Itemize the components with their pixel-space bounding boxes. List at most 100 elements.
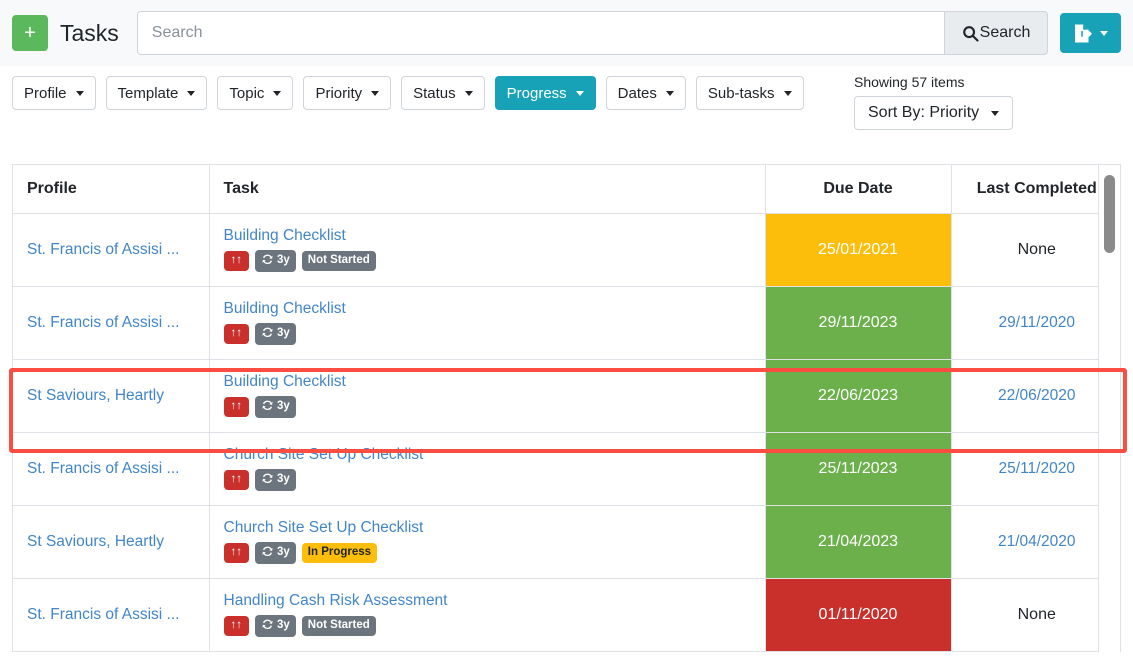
cell-task: Building Checklist ↑↑ 3y bbox=[209, 286, 765, 359]
table-row[interactable]: St. Francis of Assisi ... Building Checkl… bbox=[13, 286, 1121, 359]
cell-last-completed: None bbox=[951, 213, 1121, 286]
chevron-down-icon bbox=[991, 111, 999, 116]
double-up-arrow-icon: ↑↑ bbox=[231, 328, 243, 340]
cell-task: Building Checklist ↑↑3yNot Started bbox=[209, 213, 765, 286]
table-row[interactable]: St. Francis of Assisi ... Church Site Set… bbox=[13, 432, 1121, 505]
priority-badge: ↑↑ bbox=[224, 543, 250, 563]
recurrence-label: 3y bbox=[277, 620, 290, 632]
column-header-task[interactable]: Task bbox=[209, 165, 765, 213]
recurrence-badge: 3y bbox=[255, 323, 296, 346]
filter-status[interactable]: Status bbox=[401, 76, 485, 110]
cell-task: Church Site Set Up Checklist ↑↑ 3y bbox=[209, 432, 765, 505]
last-completed-link[interactable]: 21/04/2020 bbox=[998, 533, 1076, 550]
double-up-arrow-icon: ↑↑ bbox=[231, 547, 243, 559]
profile-link[interactable]: St Saviours, Heartly bbox=[27, 533, 164, 550]
recurrence-label: 3y bbox=[277, 328, 290, 340]
search-input[interactable] bbox=[137, 11, 944, 55]
cell-task bbox=[209, 651, 765, 652]
filter-topic-label: Topic bbox=[229, 85, 264, 102]
filter-dates-label: Dates bbox=[618, 85, 657, 102]
chevron-down-icon bbox=[187, 91, 195, 96]
double-up-arrow-icon: ↑↑ bbox=[231, 620, 243, 632]
profile-link[interactable]: St. Francis of Assisi ... bbox=[27, 314, 179, 331]
priority-badge: ↑↑ bbox=[224, 251, 250, 271]
task-link[interactable]: Church Site Set Up Checklist bbox=[224, 446, 751, 464]
priority-badge: ↑↑ bbox=[224, 470, 250, 490]
chevron-down-icon bbox=[465, 91, 473, 96]
cell-task: Handling Cash Risk Assessment ↑↑ 3y Not Sta… bbox=[209, 578, 765, 651]
file-export-icon bbox=[1073, 23, 1092, 44]
profile-link[interactable]: St. Francis of Assisi ... bbox=[27, 241, 179, 258]
sort-by-dropdown[interactable]: Sort By: Priority bbox=[854, 96, 1013, 130]
search-button[interactable]: Search bbox=[944, 11, 1048, 55]
sort-by-label: Sort By: Priority bbox=[868, 104, 979, 122]
filter-template[interactable]: Template bbox=[106, 76, 208, 110]
recurrence-label: 3y bbox=[277, 474, 290, 486]
task-link[interactable]: Building Checklist bbox=[224, 227, 751, 245]
column-header-last-completed[interactable]: Last Completed bbox=[951, 165, 1121, 213]
task-link[interactable]: Building Checklist bbox=[224, 373, 751, 391]
column-header-due-date[interactable]: Due Date bbox=[765, 165, 951, 213]
filter-template-label: Template bbox=[118, 85, 179, 102]
status-badge: In Progress bbox=[302, 543, 377, 563]
table-body: St. Francis of Assisi ... Building Checkl… bbox=[13, 213, 1121, 652]
cell-due-date bbox=[765, 651, 951, 652]
showing-count: Showing 57 items bbox=[854, 74, 1013, 90]
table-row[interactable]: St. Francis of Assisi ... Building Checkl… bbox=[13, 213, 1121, 286]
task-badges: ↑↑ 3y bbox=[224, 323, 751, 346]
last-completed-value: None bbox=[1018, 241, 1056, 258]
filter-dates[interactable]: Dates bbox=[606, 76, 686, 110]
magnifier-icon bbox=[962, 25, 979, 42]
vertical-scrollbar[interactable] bbox=[1098, 165, 1120, 652]
cell-profile: St. Francis of Assisi ... bbox=[13, 213, 209, 286]
priority-badge: ↑↑ bbox=[224, 616, 250, 636]
results-meta: Showing 57 items Sort By: Priority bbox=[854, 74, 1013, 130]
filter-sub-tasks-label: Sub-tasks bbox=[708, 85, 775, 102]
filter-bar: Profile Template Topic Priority Status P… bbox=[0, 66, 1133, 164]
filter-sub-tasks[interactable]: Sub-tasks bbox=[696, 76, 804, 110]
filter-topic[interactable]: Topic bbox=[217, 76, 293, 110]
cell-last-completed: 22/06/2020 bbox=[951, 359, 1121, 432]
last-completed-link[interactable]: 29/11/2020 bbox=[999, 314, 1075, 331]
task-badges: ↑↑3yNot Started bbox=[224, 250, 751, 273]
status-badge: Not Started bbox=[302, 616, 376, 636]
filter-profile[interactable]: Profile bbox=[12, 76, 96, 110]
recurrence-badge: 3y bbox=[255, 615, 296, 638]
table-header: Profile Task Due Date Last Completed bbox=[13, 165, 1121, 213]
profile-link[interactable]: St. Francis of Assisi ... bbox=[27, 606, 179, 623]
filter-priority[interactable]: Priority bbox=[303, 76, 391, 110]
cell-last-completed: 21/04/2020 bbox=[951, 505, 1121, 578]
last-completed-link[interactable]: 22/06/2020 bbox=[998, 387, 1076, 404]
task-link[interactable]: Building Checklist bbox=[224, 300, 751, 318]
cell-last-completed: 29/11/2020 bbox=[951, 286, 1121, 359]
recurrence-label: 3y bbox=[277, 547, 290, 559]
task-link[interactable]: Church Site Set Up Checklist bbox=[224, 519, 751, 537]
cell-profile: St. Francis of Assisi ... bbox=[13, 432, 209, 505]
chevron-down-icon bbox=[666, 91, 674, 96]
table-row[interactable]: St Saviours, Heartly Church Site Set Up C… bbox=[13, 505, 1121, 578]
cell-last-completed bbox=[951, 651, 1121, 652]
last-completed-link[interactable]: 25/11/2020 bbox=[999, 460, 1075, 477]
profile-link[interactable]: St Saviours, Heartly bbox=[27, 387, 164, 404]
table-row[interactable]: St Saviours, Heartly Building Checklist ↑↑… bbox=[13, 359, 1121, 432]
column-header-profile[interactable]: Profile bbox=[13, 165, 209, 213]
export-button[interactable] bbox=[1060, 13, 1121, 53]
chevron-down-icon bbox=[371, 91, 379, 96]
table-row[interactable]: St. Francis of Assisi ... Handling Cash R… bbox=[13, 578, 1121, 651]
cell-task: Church Site Set Up Checklist ↑↑ 3y In Progr… bbox=[209, 505, 765, 578]
recurrence-badge: 3y bbox=[255, 542, 296, 565]
scrollbar-thumb[interactable] bbox=[1104, 175, 1115, 253]
add-task-button[interactable]: + bbox=[12, 15, 48, 51]
filter-progress[interactable]: Progress bbox=[495, 76, 596, 110]
refresh-cycle-icon bbox=[261, 327, 274, 342]
profile-link[interactable]: St. Francis of Assisi ... bbox=[27, 460, 179, 477]
cell-task: Building Checklist↑↑3y bbox=[209, 359, 765, 432]
task-link[interactable]: Handling Cash Risk Assessment bbox=[224, 592, 751, 610]
double-up-arrow-icon: ↑↑ bbox=[231, 401, 243, 413]
table-row[interactable] bbox=[13, 651, 1121, 652]
page-title: Tasks bbox=[60, 20, 119, 47]
cell-last-completed: 25/11/2020 bbox=[951, 432, 1121, 505]
cell-due-date: 01/11/2020 bbox=[765, 578, 951, 651]
search-group: Search bbox=[137, 11, 1048, 55]
cell-due-date: 29/11/2023 bbox=[765, 286, 951, 359]
